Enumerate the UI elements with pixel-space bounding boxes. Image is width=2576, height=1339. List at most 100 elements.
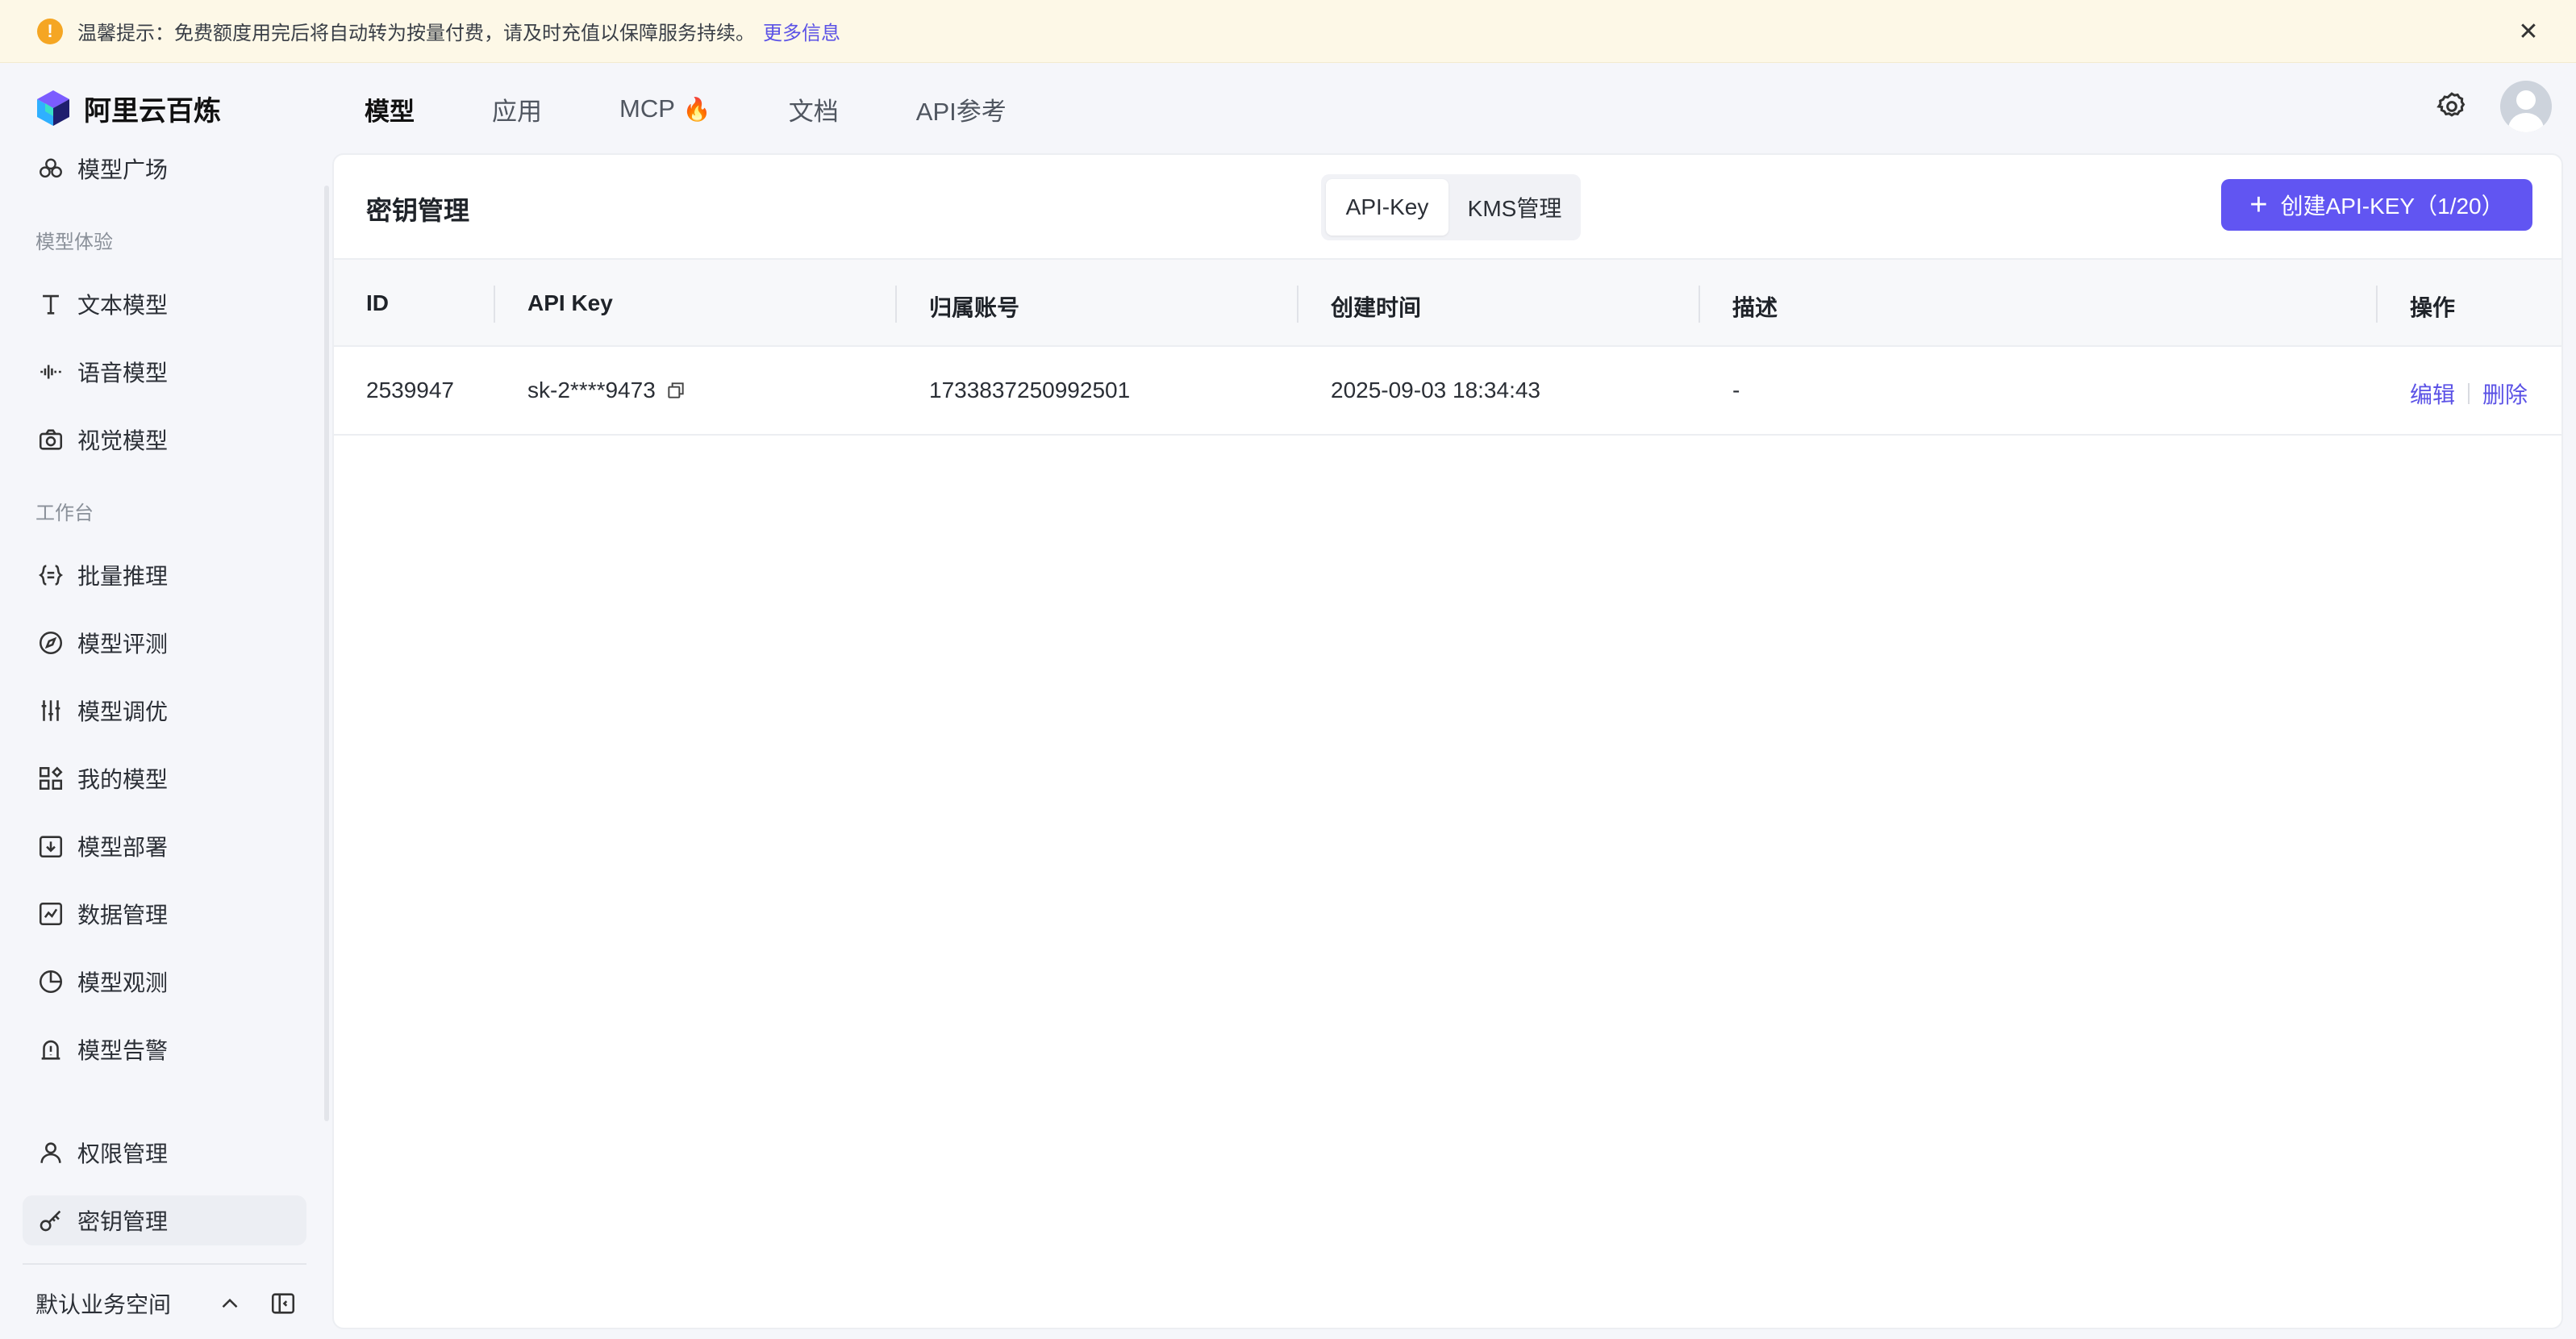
cell-id: 2539947: [366, 378, 455, 403]
sidebar-group-title: 模型体验: [35, 232, 113, 253]
sidebar-item-label: 文本模型: [77, 293, 169, 318]
notice-banner: ! 温馨提示：免费额度用完后将自动转为按量付费，请及时充值以保障服务持续。 更多…: [0, 0, 2576, 63]
delete-link[interactable]: 删除: [2482, 378, 2528, 410]
edit-link[interactable]: 编辑: [2410, 378, 2455, 410]
model-square-icon: [40, 158, 62, 178]
column-divider: [895, 286, 897, 323]
key-icon: [40, 1210, 61, 1232]
tab-label: API参考: [915, 97, 1007, 126]
compass-icon: [39, 631, 63, 655]
tab-label: 模型: [365, 97, 415, 126]
sidebar-item-text-model[interactable]: 文本模型: [23, 279, 306, 329]
sidebar-item-tuning[interactable]: 模型调优: [23, 686, 306, 736]
workspace-name: 默认业务空间: [35, 1292, 172, 1317]
sidebar-item-data[interactable]: 数据管理: [23, 889, 306, 939]
column-header: 操作: [2410, 295, 2456, 320]
sidebar-item-label: 批量推理: [77, 564, 169, 589]
sidebar-item-my-models[interactable]: 我的模型: [23, 753, 306, 803]
action-divider: [2468, 383, 2470, 404]
tab-api-ref[interactable]: API参考: [916, 91, 1007, 127]
cell-api-key: sk-2****9473: [527, 378, 686, 403]
tab-label: 应用: [492, 97, 542, 126]
sidebar-item-label: 模型告警: [77, 1038, 169, 1063]
sidebar-item-observe[interactable]: 模型观测: [23, 957, 306, 1007]
deploy-icon: [39, 836, 63, 858]
sidebar-item-deploy[interactable]: 模型部署: [23, 821, 306, 871]
tab-label: MCP: [619, 94, 675, 123]
segment-control: API-Key KMS管理: [1321, 174, 1581, 240]
sidebar-item-voice-model[interactable]: 语音模型: [23, 347, 306, 397]
grid-icon: [39, 766, 63, 790]
text-icon: [43, 294, 59, 315]
table-row: 2539947 sk-2****9473 1733837250992501 20…: [334, 347, 2561, 436]
column-divider: [1297, 286, 1298, 323]
tab-label: 文档: [788, 97, 839, 126]
tab-models[interactable]: 模型: [365, 91, 415, 127]
warning-icon: !: [37, 18, 63, 44]
column-header: 归属账号: [929, 295, 1020, 320]
tab-mcp[interactable]: MCP 🔥: [619, 94, 711, 123]
sidebar-item-permissions[interactable]: 权限管理: [23, 1128, 306, 1178]
cell-description: -: [1732, 378, 1740, 403]
sidebar-item-model-square[interactable]: 模型广场: [23, 144, 306, 194]
fire-icon: 🔥: [682, 96, 711, 122]
camera-icon: [39, 429, 63, 450]
app-name: 阿里云百炼: [84, 95, 221, 127]
sidebar-scrollbar[interactable]: [324, 186, 329, 1121]
plus-icon: +: [2249, 188, 2268, 222]
chart-icon: [39, 902, 63, 926]
create-button-label: 创建API-KEY（1/20）: [2280, 194, 2504, 219]
column-divider: [494, 286, 495, 323]
sidebar-item-eval[interactable]: 模型评测: [23, 618, 306, 668]
segment-api-key[interactable]: API-Key: [1326, 179, 1448, 236]
column-header: 创建时间: [1331, 295, 1422, 320]
sidebar-item-label: 密钥管理: [77, 1209, 169, 1234]
tab-docs[interactable]: 文档: [789, 91, 839, 127]
pie-icon: [39, 970, 63, 994]
copy-icon[interactable]: [665, 380, 686, 401]
column-header: ID: [366, 290, 389, 315]
row-actions: 编辑 删除: [2410, 378, 2528, 410]
column-header: API Key: [527, 290, 613, 315]
tab-apps[interactable]: 应用: [492, 91, 542, 127]
notice-more-link[interactable]: 更多信息: [763, 17, 840, 45]
app-root: ! 温馨提示：免费额度用完后将自动转为按量付费，请及时充值以保障服务持续。 更多…: [0, 0, 2576, 1339]
sidebar-group-title: 工作台: [35, 503, 94, 524]
create-api-key-button[interactable]: + 创建API-KEY（1/20）: [2221, 179, 2532, 231]
table-header: ID API Key 归属账号 创建时间 描述 操作: [334, 258, 2561, 347]
alarm-icon: [41, 1040, 60, 1060]
close-icon[interactable]: ✕: [2513, 16, 2544, 47]
chevron-up-icon[interactable]: [216, 1290, 244, 1317]
key-management-card: 密钥管理 API-Key KMS管理 + 创建API-KEY（1/20） ID …: [332, 153, 2563, 1329]
app-logo[interactable]: 阿里云百炼: [34, 84, 221, 132]
sliders-icon: [41, 700, 60, 721]
header-actions: [2436, 81, 2552, 132]
sidebar-item-label: 模型观测: [77, 970, 169, 995]
workspace-switcher[interactable]: 默认业务空间: [35, 1279, 302, 1328]
gear-icon[interactable]: [2436, 90, 2468, 123]
page-title: 密钥管理: [366, 196, 470, 225]
braces-icon: [38, 565, 64, 586]
user-icon: [40, 1142, 61, 1163]
sidebar-item-label: 视觉模型: [77, 428, 169, 453]
sidebar-collapse-icon[interactable]: [269, 1290, 297, 1317]
logo-icon: [37, 90, 69, 126]
sidebar-item-label: 语音模型: [77, 361, 169, 386]
sidebar-item-label: 数据管理: [77, 903, 169, 928]
notice-text: 温馨提示：免费额度用完后将自动转为按量付费，请及时充值以保障服务持续。: [77, 23, 755, 44]
segment-kms[interactable]: KMS管理: [1453, 179, 1576, 236]
sidebar-item-label: 我的模型: [77, 767, 169, 792]
sidebar-item-label: 模型调优: [77, 699, 169, 724]
sidebar-item-label: 模型评测: [77, 632, 169, 657]
sidebar-item-label: 模型广场: [77, 157, 169, 182]
avatar[interactable]: [2500, 81, 2552, 132]
cell-created: 2025-09-03 18:34:43: [1331, 378, 1540, 403]
api-key-value: sk-2****9473: [527, 378, 656, 403]
sidebar-divider: [23, 1263, 306, 1265]
sidebar-item-vision-model[interactable]: 视觉模型: [23, 415, 306, 465]
column-divider: [2376, 286, 2378, 323]
sidebar-item-alarm[interactable]: 模型告警: [23, 1024, 306, 1074]
sidebar-item-batch[interactable]: 批量推理: [23, 550, 306, 600]
column-header: 描述: [1732, 295, 1778, 320]
sidebar-item-keys[interactable]: 密钥管理: [23, 1195, 306, 1245]
